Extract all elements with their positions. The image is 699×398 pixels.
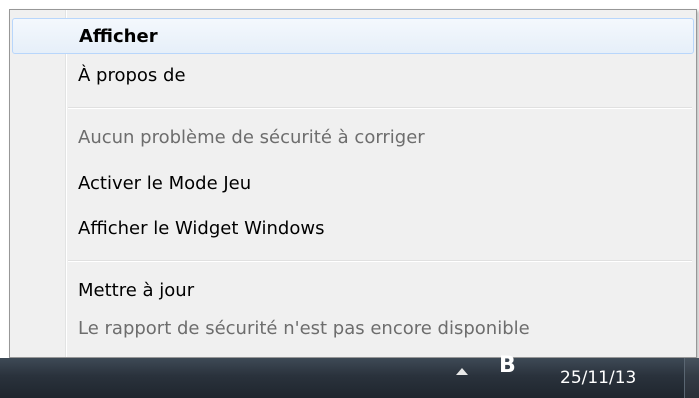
clock-date[interactable]: 25/11/13: [560, 368, 636, 388]
chevron-up-icon[interactable]: [456, 368, 468, 375]
menu-item-widget[interactable]: Afficher le Widget Windows: [12, 211, 694, 247]
menu-item-game-mode[interactable]: Activer le Mode Jeu: [12, 166, 694, 202]
menu-item-afficher[interactable]: Afficher: [12, 18, 694, 54]
menu-item-update[interactable]: Mettre à jour: [12, 273, 694, 309]
taskbar: B 25/11/13: [0, 354, 699, 398]
menu-separator: [68, 260, 692, 262]
menu-separator: [68, 107, 692, 109]
menu-item-security-status: Aucun problème de sécurité à corriger: [78, 127, 425, 148]
menu-item-a-propos[interactable]: À propos de: [12, 58, 694, 94]
tray-context-menu: Afficher À propos de Aucun problème de s…: [9, 9, 697, 358]
tray-app-icon[interactable]: B: [499, 354, 516, 378]
menu-item-security-report: Le rapport de sécurité n'est pas encore …: [78, 318, 530, 339]
show-desktop-button[interactable]: [684, 358, 699, 398]
